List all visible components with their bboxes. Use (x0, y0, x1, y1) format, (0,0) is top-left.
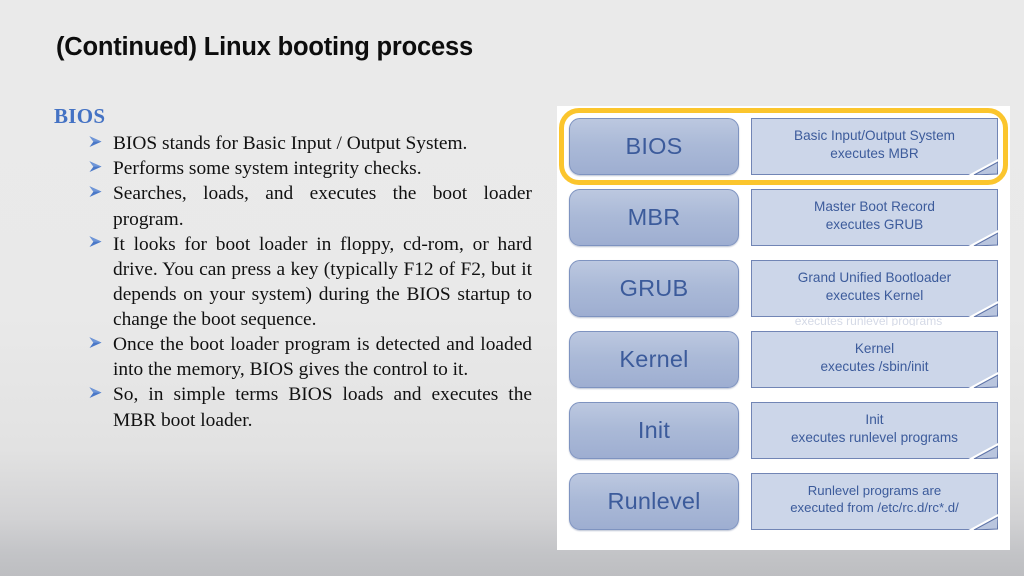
list-item-text: BIOS stands for Basic Input / Output Sys… (113, 133, 468, 155)
list-item: So, in simple terms BIOS loads and execu… (86, 382, 545, 432)
list-item-text: It looks for boot loader in floppy, cd-r… (113, 233, 532, 331)
flow-row-kernel: Kernel Kernel executes /sbin/init (569, 331, 998, 388)
note-text: Runlevel programs are executed from /etc… (790, 482, 959, 515)
list-item: It looks for boot loader in floppy, cd-r… (86, 232, 545, 333)
flow-row-grub: GRUB Grand Unified Bootloader executes K… (569, 260, 998, 326)
note-wrap-kernel: Kernel executes /sbin/init (751, 331, 998, 388)
list-item-text: Searches, loads, and executes the boot l… (113, 183, 532, 230)
note-box-runlevel: Runlevel programs are executed from /etc… (751, 473, 998, 530)
note-box-grub: Grand Unified Bootloader executes Kernel (751, 260, 998, 317)
note-wrap-runlevel: Runlevel programs are executed from /etc… (751, 473, 998, 530)
stage-label: Runlevel (607, 487, 701, 514)
list-item: Searches, loads, and executes the boot l… (86, 181, 545, 231)
flow-rows: BIOS Basic Input/Output System executes … (559, 108, 1008, 530)
content-column: BIOS BIOS stands for Basic Input / Outpu… (0, 104, 545, 433)
bullet-arrow-icon (86, 182, 106, 202)
stage-box-mbr: MBR (569, 189, 739, 246)
note-box-bios: Basic Input/Output System executes MBR (751, 118, 998, 175)
stage-box-grub: GRUB (569, 260, 739, 317)
section-heading-bios: BIOS (54, 104, 106, 128)
page-title: (Continued) Linux booting process (56, 33, 473, 61)
note-box-init: Init executes runlevel programs (751, 402, 998, 459)
stage-box-runlevel: Runlevel (569, 473, 739, 530)
list-item: Once the boot loader program is detected… (86, 332, 545, 382)
stage-box-kernel: Kernel (569, 331, 739, 388)
list-item: Performs some system integrity checks. (86, 156, 545, 181)
note-box-kernel: Kernel executes /sbin/init (751, 331, 998, 388)
note-text: Init executes runlevel programs (791, 412, 958, 445)
list-item: BIOS stands for Basic Input / Output Sys… (86, 131, 545, 156)
note-wrap-bios: Basic Input/Output System executes MBR (751, 118, 998, 175)
stage-label: Kernel (619, 345, 689, 372)
note-text: Master Boot Record executes GRUB (814, 199, 935, 232)
stage-label: MBR (627, 203, 681, 230)
note-wrap-mbr: Master Boot Record executes GRUB (751, 189, 998, 246)
note-text: Basic Input/Output System executes MBR (794, 128, 955, 161)
stage-label: GRUB (619, 274, 689, 301)
stage-box-init: Init (569, 402, 739, 459)
boot-process-diagram: BIOS Basic Input/Output System executes … (557, 106, 1010, 550)
stage-label: Init (637, 416, 671, 443)
stage-box-bios: BIOS (569, 118, 739, 175)
bullet-arrow-icon (86, 132, 106, 152)
list-item-text: So, in simple terms BIOS loads and execu… (113, 384, 532, 431)
bios-bullet-list: BIOS stands for Basic Input / Output Sys… (0, 131, 545, 433)
flow-row-mbr: MBR Master Boot Record executes GRUB (569, 189, 998, 246)
bullet-arrow-icon (86, 232, 106, 252)
note-wrap-grub: Grand Unified Bootloader executes Kernel… (751, 260, 998, 326)
flow-row-bios: BIOS Basic Input/Output System executes … (559, 108, 1008, 185)
bullet-arrow-icon (86, 383, 106, 403)
note-text: Grand Unified Bootloader executes Kernel (797, 270, 952, 303)
bullet-arrow-icon (86, 157, 106, 177)
flow-row-init: Init Init executes runlevel programs (569, 402, 998, 459)
note-box-mbr: Master Boot Record executes GRUB (751, 189, 998, 246)
bullet-arrow-icon (86, 333, 106, 353)
flow-row-runlevel: Runlevel Runlevel programs are executed … (569, 473, 998, 530)
list-item-text: Performs some system integrity checks. (113, 158, 422, 180)
list-item-text: Once the boot loader program is detected… (113, 334, 532, 381)
stage-label: BIOS (625, 132, 683, 159)
note-wrap-init: Init executes runlevel programs (751, 402, 998, 459)
note-text: Kernel executes /sbin/init (820, 341, 929, 374)
